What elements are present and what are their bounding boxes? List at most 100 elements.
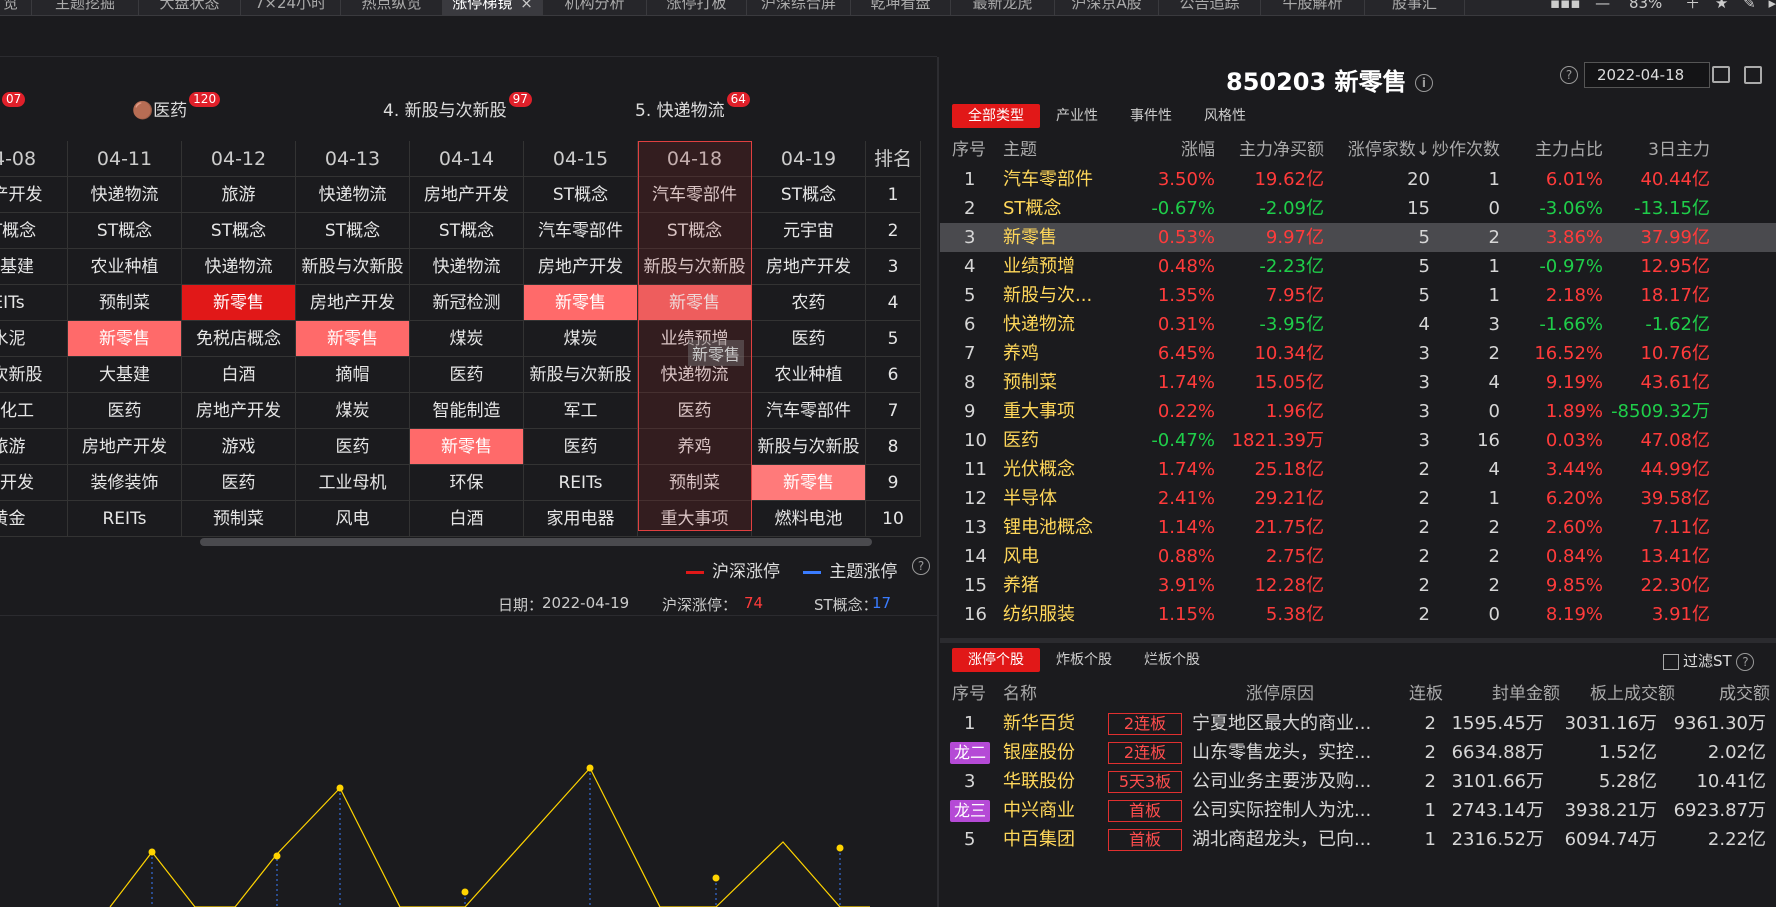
close-icon[interactable]: × [520,0,533,12]
theme-cell[interactable]: 水泥 [0,321,68,357]
theme-cell[interactable]: 快递物流 [182,249,296,285]
tab-12[interactable]: 公告追踪 [1159,0,1261,15]
tab-0[interactable]: 览 [0,0,32,15]
date-header[interactable]: 04-11 [68,141,182,177]
date-header[interactable]: 04-15 [524,141,638,177]
theme-cell[interactable]: 煤炭 [524,321,638,357]
column-header[interactable]: 名称 [1003,680,1037,709]
date-header[interactable]: 04-19 [752,141,866,177]
date-header[interactable]: 04-08 [0,141,68,177]
theme-head-3[interactable]: 4. 新股与次新股97 [383,92,532,121]
edit-icon[interactable]: ✎ [1743,0,1756,12]
tab-9[interactable]: 乾坤看盘 [851,0,951,15]
theme-cell[interactable]: 新股与次新股 [524,357,638,393]
tab-2[interactable]: 大盘状态 [139,0,241,15]
theme-row[interactable]: 13 锂电池概念 1.14% 21.75亿 2 2 2.60% 7.11亿 [940,513,1776,542]
stock-row[interactable]: 龙三 中兴商业 首板 公司实际控制人为沈... 1 2743.14万 3938.21万 692… [940,796,1776,825]
filter-st-checkbox[interactable] [1663,653,1679,670]
theme-cell[interactable]: 房地产开发 [68,429,182,465]
column-header[interactable]: 封单金额 [1492,680,1560,709]
help-icon[interactable]: ? [1560,66,1578,84]
theme-cell[interactable]: 与次新股 [0,357,68,393]
theme-cell[interactable]: REITs [68,501,182,537]
theme-cell[interactable]: 预制菜 [638,465,752,501]
theme-cell[interactable]: 新冠检测 [410,285,524,321]
tab-event[interactable]: 事件性 [1114,104,1188,128]
theme-row[interactable]: 14 风电 0.88% 2.75亿 2 2 0.84% 13.41亿 [940,542,1776,571]
theme-cell[interactable]: 新零售 [752,465,866,501]
tab-style[interactable]: 风格性 [1188,104,1262,128]
theme-cell[interactable]: 旅游 [182,177,296,213]
column-header[interactable]: 序号 [952,136,986,165]
stock-name[interactable]: 中百集团 [1003,825,1075,854]
theme-head-1[interactable]: 07 [0,92,26,116]
theme-head-4[interactable]: 5. 快递物流64 [635,92,750,121]
theme-cell[interactable]: 房地产开发 [524,249,638,285]
tab-13[interactable]: 牛股解析 [1261,0,1365,15]
theme-cell[interactable]: 大基建 [0,249,68,285]
tab-11[interactable]: 沪深京A股 [1055,0,1159,15]
theme-cell[interactable]: ST概念 [182,213,296,249]
theme-cell[interactable]: 医药 [182,465,296,501]
theme-cell[interactable]: 工业母机 [296,465,410,501]
tab-industry[interactable]: 产业性 [1040,104,1114,128]
stock-name[interactable]: 新华百货 [1003,709,1075,738]
stock-name[interactable]: 中兴商业 [1003,796,1075,825]
external-link-icon[interactable] [1744,66,1762,84]
theme-cell[interactable]: 军工 [524,393,638,429]
theme-cell[interactable]: 新股与次新股 [296,249,410,285]
add-icon[interactable]: ＋ [1685,0,1700,12]
theme-row[interactable]: 12 半导体 2.41% 29.21亿 2 1 6.20% 39.58亿 [940,484,1776,513]
tab-3[interactable]: 7×24小时 [241,0,341,15]
theme-cell[interactable]: 智能制造 [410,393,524,429]
tab-all-types[interactable]: 全部类型 [952,104,1040,128]
theme-cell[interactable]: 新股与次新股 [638,249,752,285]
theme-cell[interactable]: 房地产开发 [410,177,524,213]
limit-up-reason[interactable]: 公司业务主要涉及购... [1192,767,1371,796]
grid-icon[interactable]: ▪▪▪ [1550,0,1581,12]
tab-14[interactable]: 股事汇 [1365,0,1465,15]
theme-row[interactable]: 9 重大事项 0.22% 1.96亿 3 0 1.89% -8509.32万 [940,397,1776,426]
theme-cell[interactable]: 元宇宙 [752,213,866,249]
theme-cell[interactable]: 农药 [752,285,866,321]
theme-cell[interactable]: ST概念 [410,213,524,249]
theme-cell[interactable]: EITs [0,285,68,321]
minimize-icon[interactable]: — [1595,0,1610,12]
column-header[interactable]: 涨停原因 [1246,680,1314,709]
column-header[interactable]: 连板 [1409,680,1443,709]
theme-cell[interactable]: REITs [524,465,638,501]
star-icon[interactable]: ★ [1715,0,1728,12]
theme-cell[interactable]: 预制菜 [182,501,296,537]
limit-up-reason[interactable]: 山东零售龙头，实控... [1192,738,1371,767]
tab-broken-board[interactable]: 炸板个股 [1040,648,1128,672]
theme-cell[interactable]: 燃料电池 [752,501,866,537]
theme-cell[interactable]: 大开发 [0,465,68,501]
column-header[interactable]: 成交额 [1719,680,1770,709]
tab-8[interactable]: 沪深综合屏 [747,0,851,15]
theme-cell[interactable]: 重大事项 [638,501,752,537]
theme-cell[interactable]: 养鸡 [638,429,752,465]
theme-row[interactable]: 11 光伏概念 1.74% 25.18亿 2 4 3.44% 44.99亿 [940,455,1776,484]
theme-row[interactable]: 1 汽车零部件 3.50% 19.62亿 20 1 6.01% 40.44亿 [940,165,1776,194]
column-header[interactable]: 涨停家数↓ [1348,136,1430,165]
tab-bad-board[interactable]: 烂板个股 [1128,648,1216,672]
theme-cell[interactable]: ST概念 [752,177,866,213]
tab-1[interactable]: 主题挖掘 [32,0,139,15]
info-icon[interactable]: i [1414,74,1433,92]
theme-cell[interactable]: 农业种植 [68,249,182,285]
help-icon[interactable]: ? [912,557,930,575]
theme-cell[interactable]: 风电 [296,501,410,537]
theme-cell[interactable]: 新股与次新股 [752,429,866,465]
theme-cell[interactable]: 环保 [410,465,524,501]
theme-row[interactable]: 16 纺织服装 1.15% 5.38亿 2 0 8.19% 3.91亿 [940,600,1776,629]
theme-cell[interactable]: 新零售 [524,285,638,321]
limit-up-reason[interactable]: 宁夏地区最大的商业... [1192,709,1371,738]
theme-cell[interactable]: 白酒 [410,501,524,537]
theme-cell[interactable]: 新零售 [638,285,752,321]
theme-cell[interactable]: 医药 [524,429,638,465]
column-header[interactable]: 炒作次数 [1432,136,1500,165]
column-header[interactable]: 3日主力 [1648,136,1710,165]
tab-4[interactable]: 热点纵览 [341,0,443,15]
column-header[interactable]: 主力净买额 [1239,136,1324,165]
stock-name[interactable]: 华联股份 [1003,767,1075,796]
